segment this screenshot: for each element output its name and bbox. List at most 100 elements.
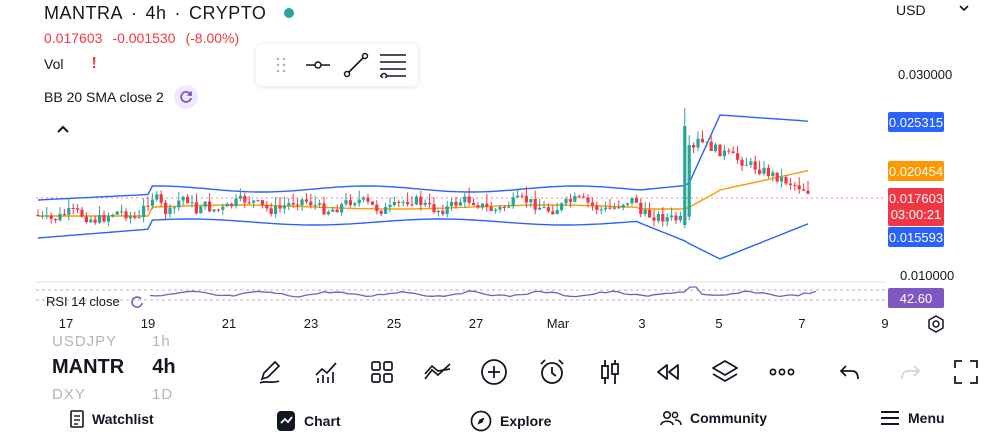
candle-body (630, 197, 634, 204)
more-icon[interactable] (766, 356, 798, 388)
grid-icon[interactable] (366, 356, 398, 388)
candle-body (480, 203, 484, 208)
chart-icon (277, 411, 295, 431)
bar-countdown: 03:00:21 (890, 207, 942, 222)
candle-body (573, 196, 577, 202)
nav-explore[interactable]: Explore (470, 410, 551, 432)
candle-body (634, 197, 638, 203)
candle-body (639, 202, 643, 215)
volume-legend[interactable]: Vol ! (44, 55, 97, 73)
collapse-legend-button[interactable] (48, 116, 78, 142)
bb-legend[interactable]: BB 20 SMA close 2 (44, 85, 198, 109)
candle-body (436, 210, 440, 213)
candle-body (740, 159, 744, 166)
symbol-name[interactable]: MANTRA (44, 3, 123, 24)
candle-body (670, 215, 674, 218)
candle-body (375, 204, 379, 212)
fib-retracement-icon[interactable] (376, 48, 410, 82)
ghost-symbol: USDJPY (52, 333, 118, 350)
fullscreen-icon[interactable] (950, 356, 982, 388)
replay-icon[interactable] (652, 356, 684, 388)
candle-body (36, 215, 40, 216)
loading-icon (130, 295, 143, 308)
warning-icon[interactable]: ! (91, 55, 96, 73)
candle-body (98, 215, 102, 223)
candle-body (498, 207, 502, 210)
alarm-icon[interactable] (536, 356, 568, 388)
compare-icon[interactable] (422, 356, 454, 388)
nav-menu[interactable]: Menu (880, 410, 945, 426)
candle-body (423, 202, 427, 205)
ghost-interval: 1h (152, 333, 171, 350)
candle-body (203, 201, 207, 207)
candle-body (190, 202, 194, 204)
candle-body (661, 214, 665, 222)
rsi-pane (36, 286, 886, 301)
candle-body (700, 138, 704, 143)
candle-body (247, 202, 251, 204)
candle-body (744, 164, 748, 166)
vol-label: Vol (44, 56, 64, 72)
candle-body (793, 184, 797, 186)
candle-body (648, 209, 652, 218)
candle-body (234, 198, 238, 207)
trend-line-icon[interactable] (339, 48, 373, 82)
candle-body (216, 209, 220, 211)
layers-icon[interactable] (709, 356, 741, 388)
candle-body (401, 201, 405, 203)
candle-body (441, 210, 445, 215)
pencil-icon[interactable] (254, 356, 286, 388)
symbol-short[interactable]: MANTR (52, 356, 124, 379)
candle-body (780, 177, 784, 182)
ghost-interval: 1D (152, 386, 174, 403)
nav-community[interactable]: Community (660, 410, 767, 426)
candle-body (146, 205, 150, 207)
candle-body (736, 153, 740, 160)
candle-body (568, 199, 572, 202)
time-tick: 17 (58, 316, 74, 331)
candle-body (762, 167, 766, 174)
undo-icon[interactable] (834, 356, 866, 388)
axis-settings-icon[interactable] (926, 314, 948, 334)
candle-body (89, 219, 93, 223)
candle-body (511, 197, 515, 207)
redo-icon[interactable] (894, 356, 926, 388)
drag-handle-icon[interactable] (264, 48, 298, 82)
candle-body (692, 145, 696, 148)
interval-label[interactable]: 4h (146, 3, 167, 24)
rsi-legend[interactable]: RSI 14 close (46, 294, 144, 309)
candle-body (489, 206, 493, 211)
candle-body (788, 183, 792, 185)
candle-body (331, 209, 335, 212)
candle-body (366, 197, 370, 202)
chevron-down-icon[interactable] (958, 2, 970, 17)
candle-body (590, 202, 594, 206)
symbol-picker[interactable]: MANTR 4h (52, 356, 176, 379)
indicators-icon[interactable] (310, 356, 342, 388)
refresh-icon[interactable] (173, 85, 198, 109)
ghost-symbol: DXY (52, 386, 86, 403)
candle-body (705, 141, 709, 143)
price-change: -0.001530 (112, 30, 176, 46)
candle-body (419, 196, 423, 205)
symbol-header[interactable]: MANTRA · 4h · CRYPTO (44, 0, 295, 26)
candle-body (392, 201, 396, 205)
candle-body (287, 203, 291, 206)
candle-body (608, 207, 612, 209)
candle-body (54, 219, 58, 221)
add-icon[interactable] (478, 356, 510, 388)
compass-icon (470, 410, 492, 432)
candle-body (362, 197, 366, 200)
interval-short[interactable]: 4h (152, 356, 175, 379)
nav-chart[interactable]: Chart (276, 410, 341, 432)
candles-icon[interactable] (594, 356, 626, 388)
candle-body (177, 200, 181, 208)
candle-body (727, 150, 731, 152)
nav-watchlist[interactable]: Watchlist (70, 410, 154, 428)
horizontal-line-icon[interactable] (301, 48, 335, 82)
price-tick: 0.010000 (900, 268, 955, 283)
candles (36, 108, 810, 228)
currency-selector[interactable]: USD (896, 2, 926, 18)
candle-body (665, 217, 669, 222)
time-tick: 3 (638, 316, 646, 331)
